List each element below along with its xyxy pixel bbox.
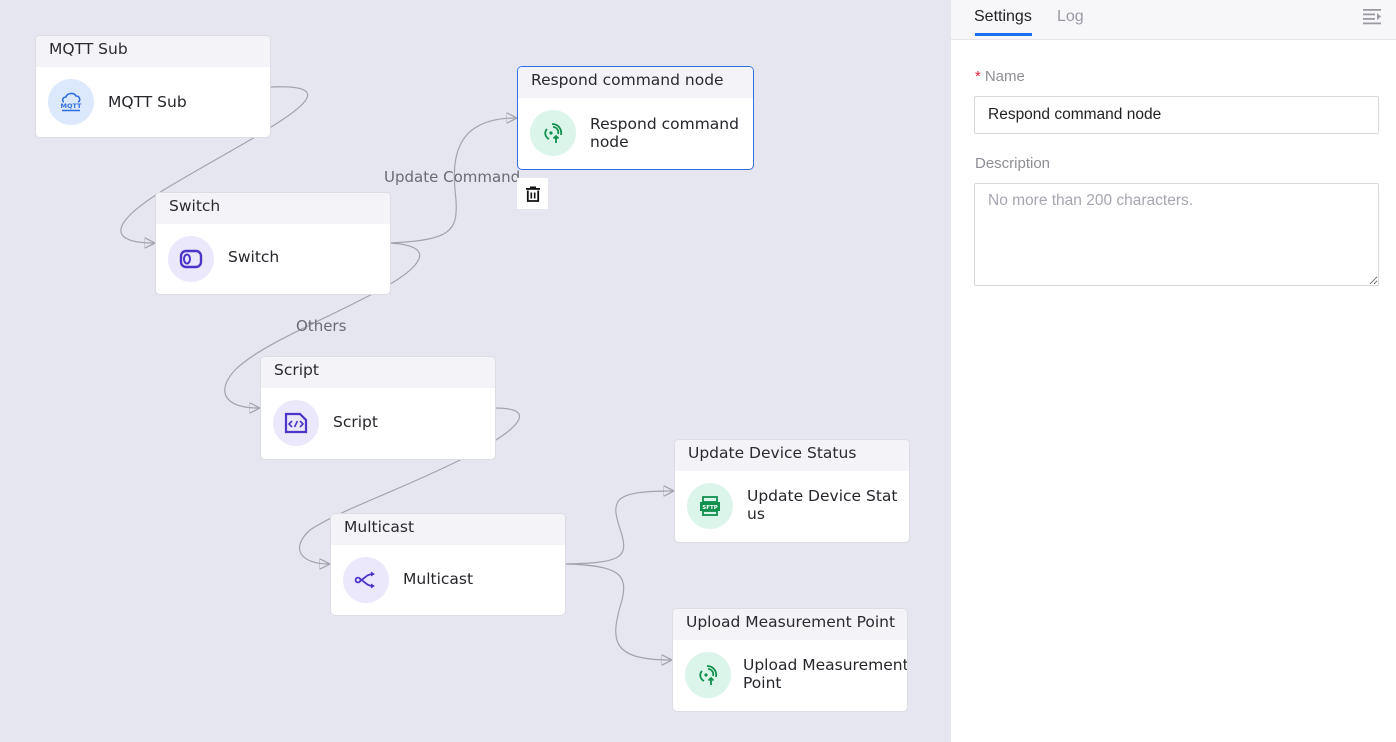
node-label: Upload Measurement Point: [743, 656, 908, 692]
description-textarea[interactable]: [974, 183, 1379, 286]
name-input[interactable]: [974, 96, 1379, 134]
code-file-icon: [273, 400, 319, 446]
edge-label-others: Others: [296, 317, 347, 335]
signal-upload-icon: [685, 652, 731, 698]
node-upload-measurement-point[interactable]: Upload Measurement Point Upload Measurem…: [672, 608, 908, 712]
node-settings-panel: Settings Log *Name Description: [951, 0, 1396, 742]
node-label: Update Device Status: [747, 487, 898, 523]
node-switch[interactable]: Switch Switch: [155, 192, 391, 295]
node-label: MQTT Sub: [108, 93, 187, 111]
panel-tabs: Settings Log: [951, 0, 1396, 40]
active-tab-indicator: [975, 33, 1032, 36]
node-label: Respond command node: [590, 115, 739, 151]
collapse-panel-icon[interactable]: [1362, 7, 1382, 25]
edge-label-update-command: Update Command: [384, 168, 521, 186]
node-header: Switch: [156, 193, 390, 224]
node-header: Update Device Status: [675, 440, 909, 471]
node-update-device-status[interactable]: Update Device Status SFTP Update Device …: [674, 439, 910, 543]
node-header: Respond command node: [518, 67, 753, 98]
switch-toggle-icon: [168, 236, 214, 282]
flow-canvas[interactable]: Update Command Others MQTT Sub MQTT MQTT…: [0, 0, 951, 742]
node-label: Switch: [228, 248, 280, 266]
signal-upload-icon: [530, 110, 576, 156]
node-label: Multicast: [403, 570, 474, 588]
description-field-label: Description: [975, 155, 1051, 172]
node-script[interactable]: Script Script: [260, 356, 496, 460]
trash-icon: [525, 186, 540, 202]
node-header: Upload Measurement Point: [673, 609, 907, 640]
node-label: Script: [333, 413, 378, 431]
svg-text:MQTT: MQTT: [60, 102, 82, 110]
required-mark: *: [975, 68, 981, 85]
node-header: Multicast: [331, 514, 565, 545]
node-header: MQTT Sub: [36, 36, 270, 67]
name-field-label: * Name: [975, 68, 1025, 85]
sftp-icon: SFTP: [687, 483, 733, 529]
mqtt-cloud-icon: MQTT: [48, 79, 94, 125]
tab-log[interactable]: Log: [1057, 8, 1084, 26]
multicast-branch-icon: [343, 557, 389, 603]
edge-multicast-to-update-status[interactable]: [564, 491, 673, 565]
tab-settings[interactable]: Settings: [974, 8, 1032, 26]
node-respond-command[interactable]: Respond command node Respond command nod…: [517, 66, 754, 170]
node-header: Script: [261, 357, 495, 388]
edge-multicast-to-upload-point[interactable]: [564, 563, 671, 660]
node-multicast[interactable]: Multicast Multicast: [330, 513, 566, 616]
node-mqtt-sub[interactable]: MQTT Sub MQTT MQTT Sub: [35, 35, 271, 138]
delete-node-button[interactable]: [517, 178, 548, 209]
